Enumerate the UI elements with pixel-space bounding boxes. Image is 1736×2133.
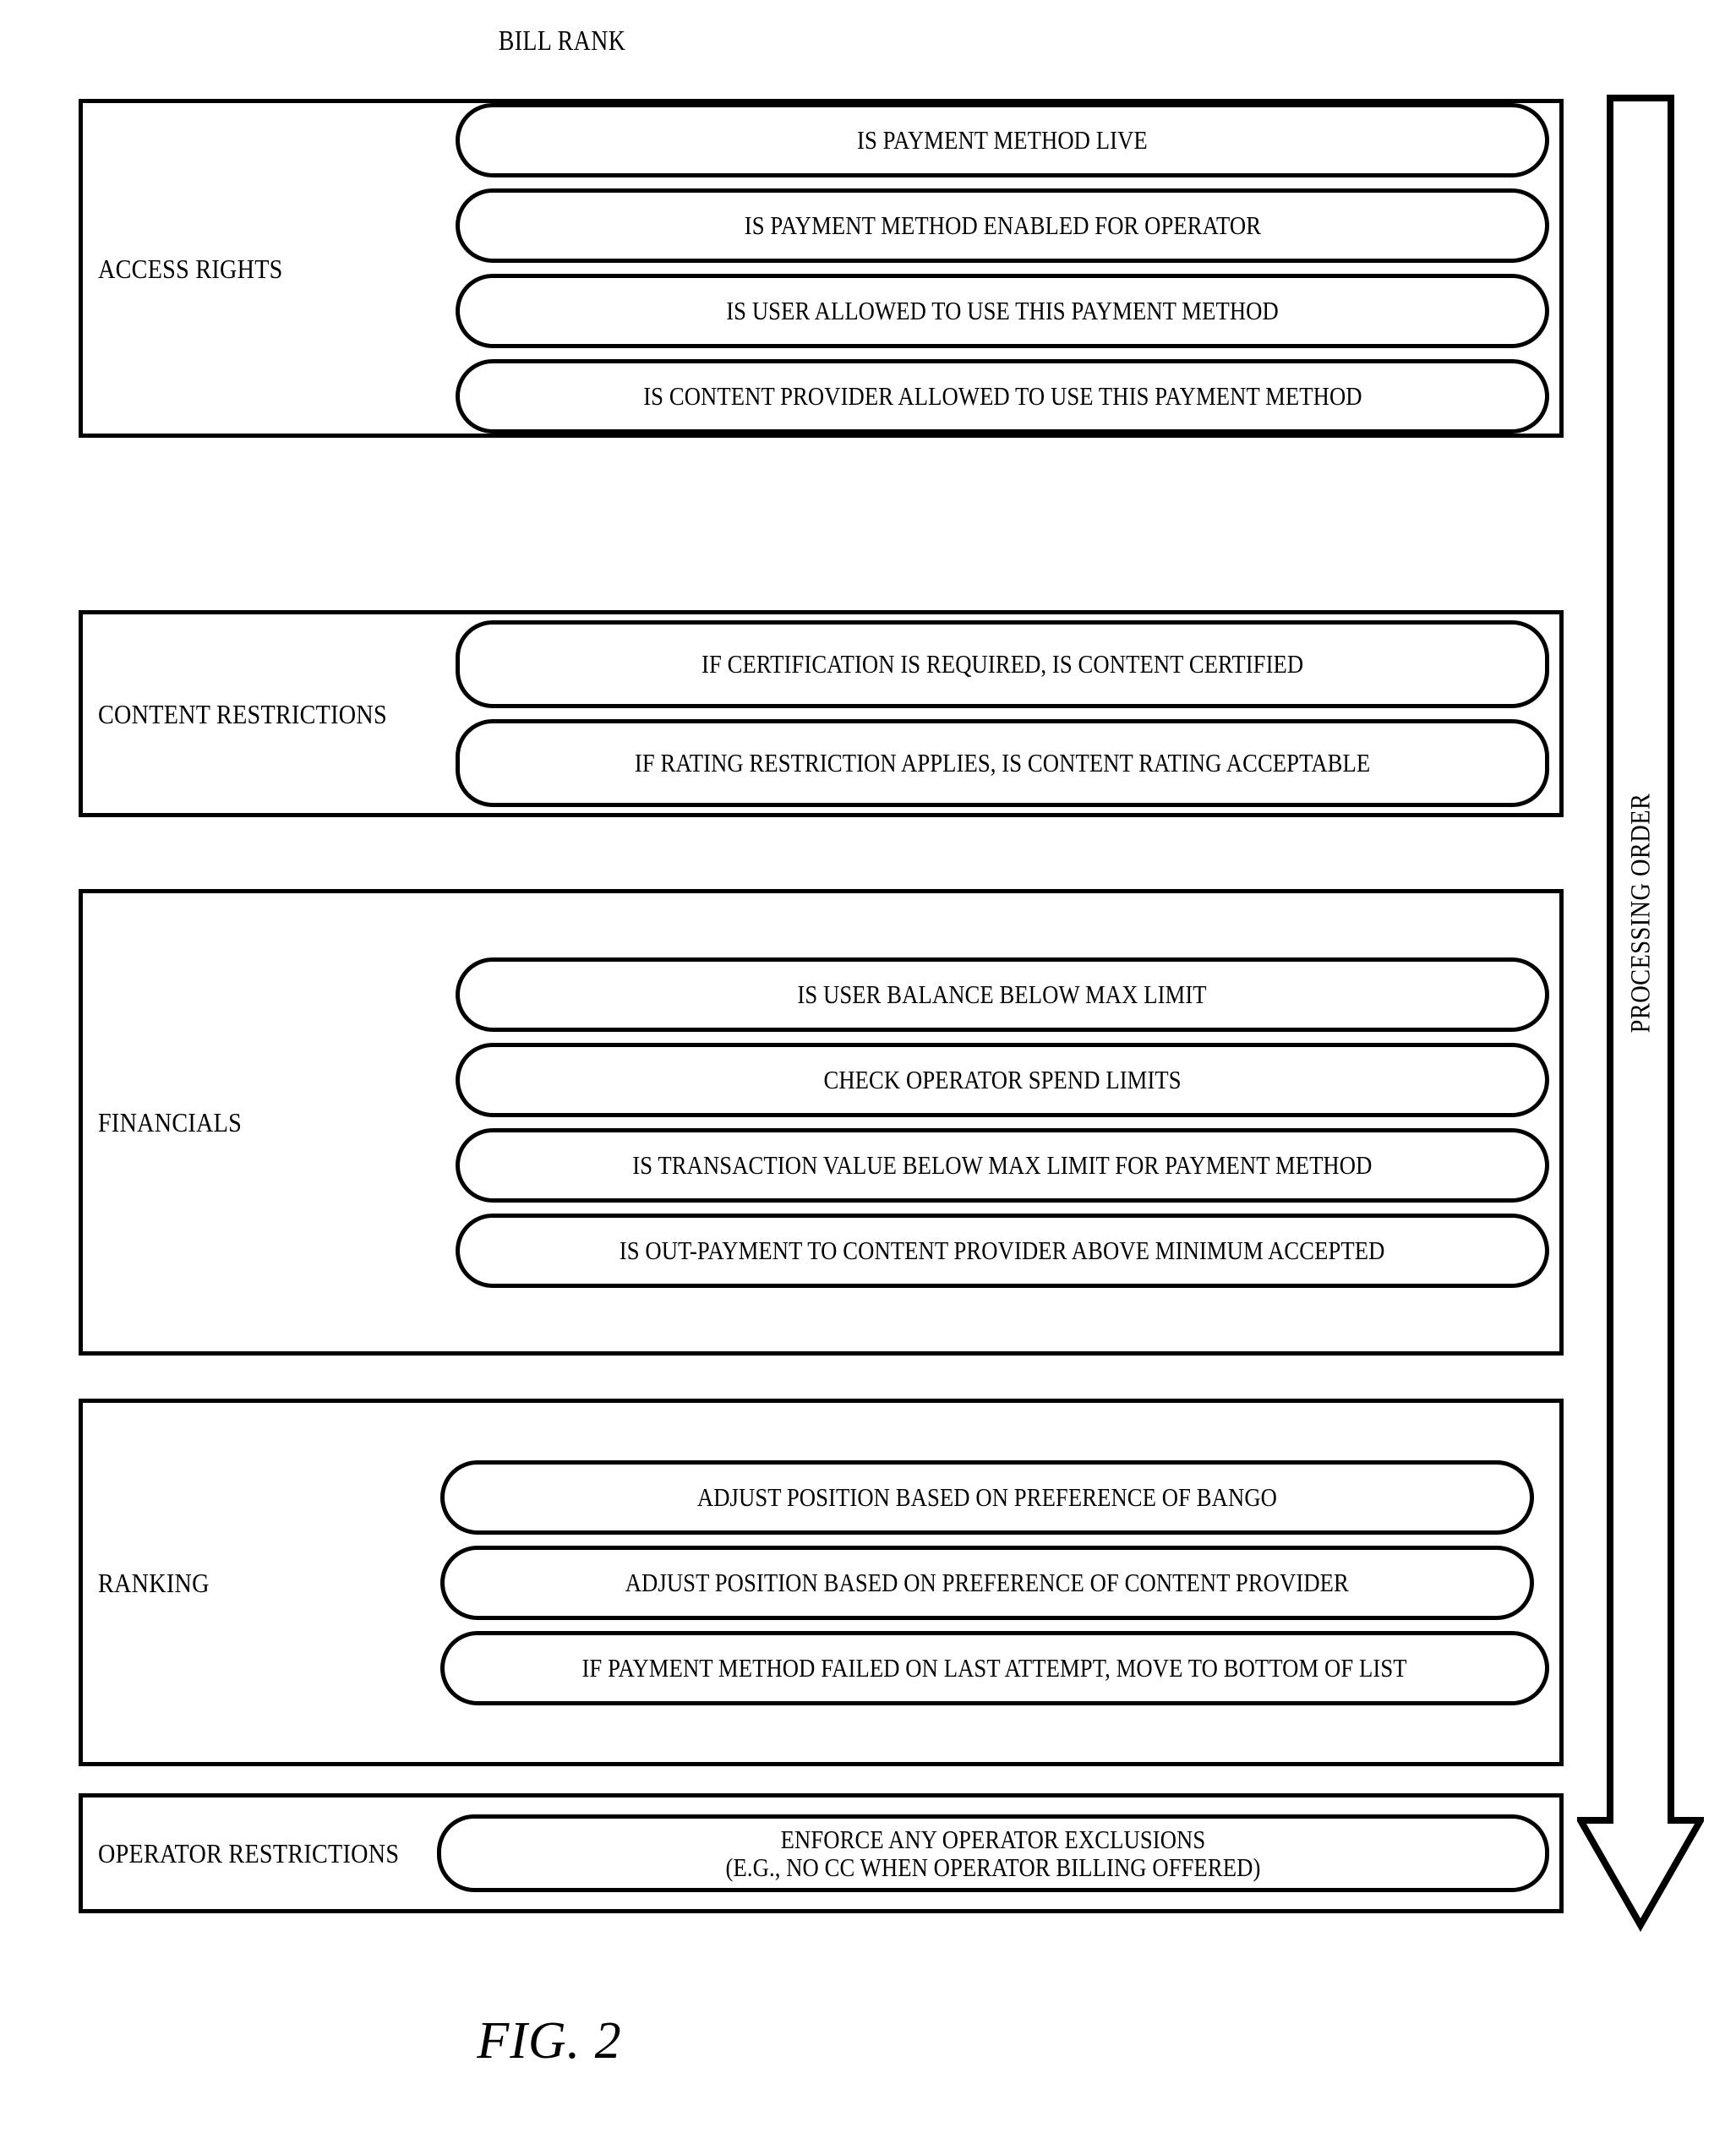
- rule-pill[interactable]: ENFORCE ANY OPERATOR EXCLUSIONS (E.G., N…: [437, 1814, 1549, 1892]
- rule-pill[interactable]: IS CONTENT PROVIDER ALLOWED TO USE THIS …: [456, 359, 1549, 434]
- rule-pill[interactable]: IS USER BALANCE BELOW MAX LIMIT: [456, 957, 1549, 1032]
- rule-pill[interactable]: IS OUT-PAYMENT TO CONTENT PROVIDER ABOVE…: [456, 1213, 1549, 1288]
- rule-pill[interactable]: IS TRANSACTION VALUE BELOW MAX LIMIT FOR…: [456, 1127, 1549, 1203]
- rule-pill[interactable]: ADJUST POSITION BASED ON PREFERENCE OF B…: [440, 1459, 1534, 1535]
- section-access-rights: ACCESS RIGHTS IS PAYMENT METHOD LIVE IS …: [79, 99, 1564, 438]
- pill-stack-financials: IS USER BALANCE BELOW MAX LIMIT CHECK OP…: [456, 893, 1549, 1351]
- rule-pill[interactable]: IF RATING RESTRICTION APPLIES, IS CONTEN…: [456, 719, 1549, 807]
- section-ranking: RANKING ADJUST POSITION BASED ON PREFERE…: [79, 1399, 1564, 1766]
- pill-stack-ranking: ADJUST POSITION BASED ON PREFERENCE OF B…: [440, 1403, 1549, 1762]
- figure-caption: FIG. 2: [477, 2012, 622, 2070]
- processing-order-arrow-icon: [1577, 95, 1704, 1934]
- section-operator-restrictions: OPERATOR RESTRICTIONS ENFORCE ANY OPERAT…: [79, 1793, 1564, 1913]
- rule-pill[interactable]: IS PAYMENT METHOD LIVE: [456, 103, 1549, 177]
- section-label-financials: FINANCIALS: [98, 1107, 243, 1137]
- section-label-operator-restrictions: OPERATOR RESTRICTIONS: [98, 1838, 400, 1868]
- rule-pill[interactable]: IF CERTIFICATION IS REQUIRED, IS CONTENT…: [456, 620, 1549, 708]
- section-label-ranking: RANKING: [98, 1567, 210, 1598]
- rule-pill[interactable]: IS USER ALLOWED TO USE THIS PAYMENT METH…: [456, 274, 1549, 348]
- pill-stack-operator-restrictions: ENFORCE ANY OPERATOR EXCLUSIONS (E.G., N…: [437, 1798, 1549, 1909]
- section-financials: FINANCIALS IS USER BALANCE BELOW MAX LIM…: [79, 889, 1564, 1356]
- rule-pill[interactable]: IF PAYMENT METHOD FAILED ON LAST ATTEMPT…: [440, 1630, 1549, 1705]
- section-content-restrictions: CONTENT RESTRICTIONS IF CERTIFICATION IS…: [79, 610, 1564, 817]
- rule-pill[interactable]: ADJUST POSITION BASED ON PREFERENCE OF C…: [440, 1545, 1534, 1620]
- pill-stack-content-restrictions: IF CERTIFICATION IS REQUIRED, IS CONTENT…: [456, 614, 1549, 813]
- bill-rank-diagram: ACCESS RIGHTS IS PAYMENT METHOD LIVE IS …: [0, 0, 1736, 2133]
- rule-pill[interactable]: CHECK OPERATOR SPEND LIMITS: [456, 1042, 1549, 1117]
- section-label-content-restrictions: CONTENT RESTRICTIONS: [98, 698, 387, 729]
- pill-stack-access-rights: IS PAYMENT METHOD LIVE IS PAYMENT METHOD…: [456, 103, 1549, 434]
- rule-pill[interactable]: IS PAYMENT METHOD ENABLED FOR OPERATOR: [456, 188, 1549, 263]
- section-label-access-rights: ACCESS RIGHTS: [98, 253, 283, 284]
